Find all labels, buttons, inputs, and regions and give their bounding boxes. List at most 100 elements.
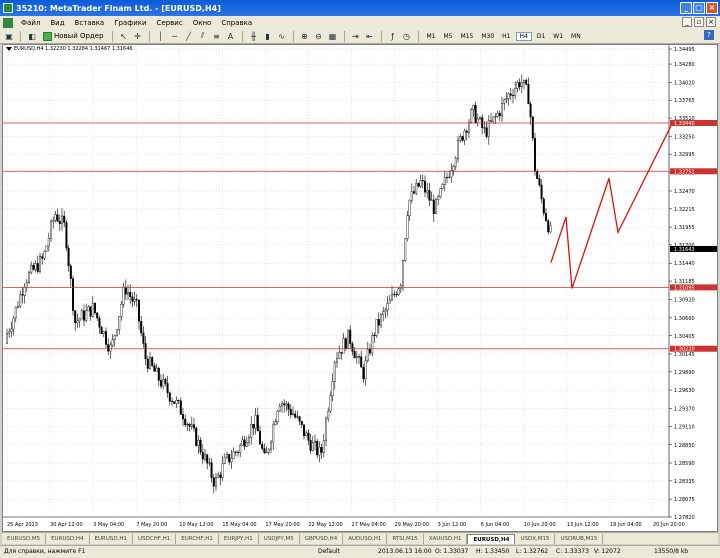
timeframe-m5[interactable]: M5 xyxy=(441,33,456,40)
menu-tools[interactable]: Сервис xyxy=(152,19,188,27)
zoom-in-icon[interactable]: ⊕ xyxy=(299,30,311,42)
mdi-minimize-button[interactable]: _ xyxy=(682,17,692,27)
bar-chart-icon[interactable]: ╫ xyxy=(248,30,260,42)
chart-tab[interactable]: EURUSD,M5 xyxy=(2,533,47,544)
periods-icon[interactable]: ◷ xyxy=(401,30,413,42)
chart-shift-icon[interactable]: ⇤ xyxy=(364,30,376,42)
horizontal-line-icon[interactable]: ─ xyxy=(169,30,181,42)
chart-tab[interactable]: EURUSD,H4 xyxy=(467,533,516,544)
candle-body xyxy=(377,319,380,326)
trendline-icon[interactable]: ╱ xyxy=(183,30,195,42)
candle-body xyxy=(294,413,297,418)
candle-body xyxy=(76,320,79,324)
candle-body xyxy=(28,272,31,283)
timeframe-m30[interactable]: M30 xyxy=(478,33,497,40)
chart-tab[interactable]: EURUSD,H1 xyxy=(90,533,134,544)
menu-file[interactable]: Файл xyxy=(16,19,45,27)
price-label: 1.29630 xyxy=(674,388,695,394)
candle-body xyxy=(404,238,407,261)
candle-body xyxy=(208,462,211,464)
candle-body xyxy=(144,343,147,360)
chart-tab[interactable]: EURUSD,H4 xyxy=(46,533,90,544)
candle-body xyxy=(547,220,550,233)
timeframe-h4[interactable]: H4 xyxy=(515,31,532,41)
candle-body xyxy=(514,88,517,96)
chart-tab[interactable]: AUDUSD,H1 xyxy=(343,533,388,544)
close-button[interactable]: × xyxy=(706,2,718,14)
candle-body xyxy=(93,302,96,314)
timeframe-m1[interactable]: M1 xyxy=(424,33,439,40)
candlestick-icon[interactable]: ▮ xyxy=(262,30,274,42)
chart-window[interactable]: 1.34495 1.34280 1.34020 1.33765 1.33510 1.332… xyxy=(2,44,718,532)
candle-body xyxy=(540,184,543,200)
vertical-line-icon[interactable]: │ xyxy=(155,30,167,42)
candle-body xyxy=(472,104,475,110)
price-label: 1.31185 xyxy=(674,279,695,285)
text-tool-icon[interactable]: A xyxy=(225,30,237,42)
menu-help[interactable]: Справка xyxy=(216,19,257,27)
dropdown-triangle-icon[interactable] xyxy=(6,47,12,51)
chart-window-icon[interactable] xyxy=(3,17,13,28)
price-chart[interactable]: 1.344951.342801.340201.337651.335101.332… xyxy=(3,45,717,531)
chart-tab[interactable]: USDJPY,M5 xyxy=(259,533,300,544)
chart-tab[interactable]: USDRUB,M15 xyxy=(555,533,604,544)
candle-body xyxy=(309,440,312,451)
chart-tab[interactable]: EURCHF,H1 xyxy=(176,533,219,544)
candle-body xyxy=(34,263,37,270)
autoscroll-icon[interactable]: ⇥ xyxy=(350,30,362,42)
new-order-button[interactable]: Новый Ордер xyxy=(40,31,107,41)
candle-body xyxy=(124,286,127,295)
chart-tab[interactable]: GBPUSD,H4 xyxy=(300,533,344,544)
date-label: 18 Jun 04:00 xyxy=(610,522,642,528)
menu-view[interactable]: Вид xyxy=(45,19,69,27)
market-watch-icon[interactable]: ◧ xyxy=(26,30,38,42)
timeframe-mn[interactable]: MN xyxy=(568,33,584,40)
timeframe-d1[interactable]: D1 xyxy=(534,33,548,40)
candle-body xyxy=(126,292,129,295)
new-chart-icon[interactable]: ▣ xyxy=(3,30,15,42)
price-label: 1.30145 xyxy=(674,352,695,358)
chart-tab[interactable]: USDX,M15 xyxy=(515,533,556,544)
chart-tab[interactable]: USDCHF,H1 xyxy=(133,533,177,544)
indicators-icon[interactable]: ƒ xyxy=(387,30,399,42)
candle-body xyxy=(102,331,105,334)
channel-icon[interactable]: ⫽ xyxy=(197,30,209,42)
candle-body xyxy=(336,357,339,363)
candle-body xyxy=(395,294,398,296)
candle-body xyxy=(344,338,347,349)
chart-tab[interactable]: XAUUSD,H1 xyxy=(424,533,468,544)
line-chart-icon[interactable]: ∿ xyxy=(276,30,288,42)
toolbar-separator xyxy=(380,30,382,42)
candle-body xyxy=(384,309,387,312)
menu-charts[interactable]: Графики xyxy=(109,19,151,27)
timeframe-m15[interactable]: M15 xyxy=(458,33,477,40)
candle-body xyxy=(10,328,13,333)
zoom-out-icon[interactable]: ⊖ xyxy=(313,30,325,42)
cursor-icon[interactable]: ↖ xyxy=(118,30,130,42)
candle-body xyxy=(446,177,449,179)
maximize-button[interactable]: □ xyxy=(693,2,705,14)
candle-body xyxy=(549,225,552,233)
minimize-button[interactable]: _ xyxy=(680,2,692,14)
mdi-restore-button[interactable]: ▫ xyxy=(694,17,704,27)
crosshair-icon[interactable]: ✛ xyxy=(132,30,144,42)
status-bar: Для справки, нажмите F1 Default 2013.06.… xyxy=(0,545,720,558)
tile-windows-icon[interactable]: ▦ xyxy=(327,30,339,42)
candle-body xyxy=(267,448,270,453)
menu-window[interactable]: Окно xyxy=(188,19,217,27)
menu-insert[interactable]: Вставка xyxy=(70,19,110,27)
toolbar-separator xyxy=(417,30,419,42)
timeframe-w1[interactable]: W1 xyxy=(550,33,566,40)
timeframe-h1[interactable]: H1 xyxy=(499,33,513,40)
candle-body xyxy=(457,140,460,159)
candle-body xyxy=(538,178,541,186)
candle-body xyxy=(100,326,103,334)
chart-tab[interactable]: EURJPY,H1 xyxy=(219,533,259,544)
chart-tab[interactable]: RTSI,M15 xyxy=(387,533,424,544)
mdi-close-button[interactable]: × xyxy=(706,17,716,27)
candle-body xyxy=(303,424,306,437)
fibonacci-icon[interactable]: ≡ xyxy=(211,30,223,42)
candle-body xyxy=(318,446,321,456)
help-icon[interactable]: ? xyxy=(704,30,714,40)
candle-body xyxy=(292,413,295,416)
